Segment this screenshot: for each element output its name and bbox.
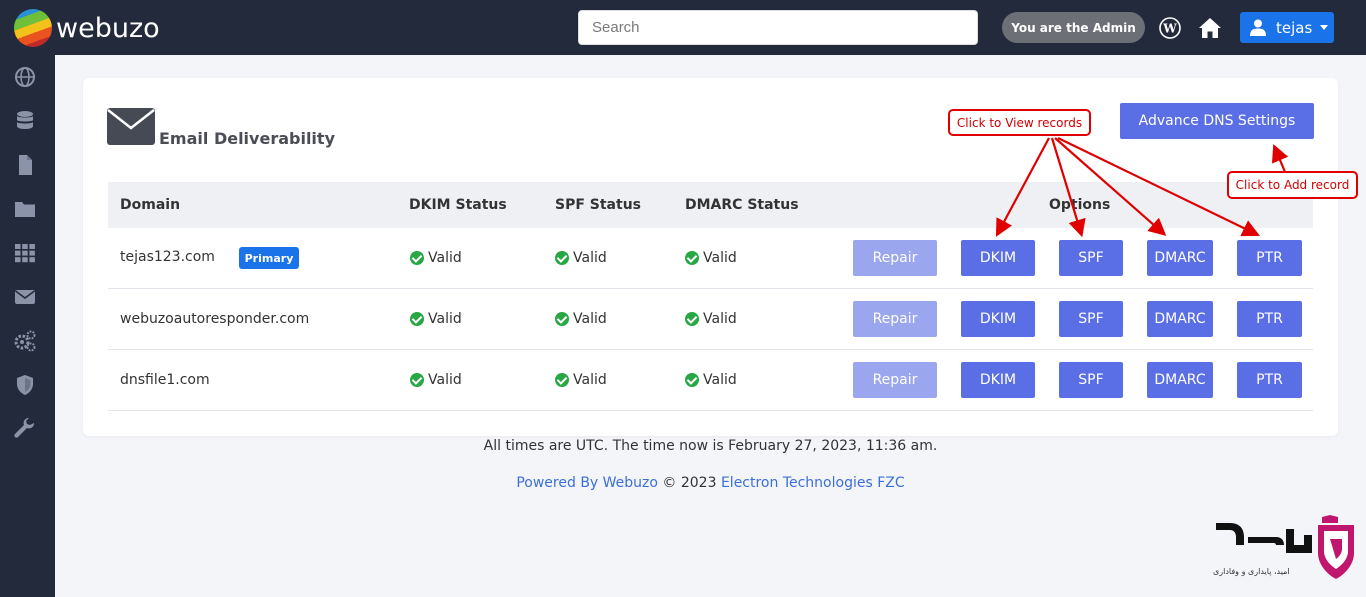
status-text: Valid: [428, 311, 462, 327]
dmarc-button[interactable]: DMARC: [1147, 240, 1213, 276]
status-text: Valid: [428, 372, 462, 388]
column-header-options: Options: [1049, 197, 1111, 213]
status-text: Valid: [428, 250, 462, 266]
database-icon[interactable]: [14, 110, 36, 132]
check-circle-icon: [555, 312, 569, 326]
dmarc-status: Valid: [685, 311, 737, 327]
column-header-dmarc-status: DMARC Status: [685, 197, 799, 213]
dmarc-button[interactable]: DMARC: [1147, 301, 1213, 337]
dmarc-status: Valid: [685, 250, 737, 266]
status-text: Valid: [703, 250, 737, 266]
webuzo-logo[interactable]: webuzo: [14, 9, 160, 47]
sidebar: [0, 55, 55, 597]
domain-name: dnsfile1.com: [120, 372, 210, 388]
apps-grid-icon[interactable]: [14, 242, 36, 264]
spf-status: Valid: [555, 372, 607, 388]
admin-badge: You are the Admin: [1002, 12, 1145, 43]
svg-text:W: W: [1162, 22, 1177, 36]
watermark-tagline: امید، پایداری و وفاداری: [1213, 567, 1290, 576]
check-circle-icon: [685, 312, 699, 326]
dkim-status: Valid: [410, 372, 462, 388]
repair-button[interactable]: Repair: [853, 362, 937, 398]
spf-button[interactable]: SPF: [1059, 240, 1123, 276]
dkim-status: Valid: [410, 250, 462, 266]
repair-button[interactable]: Repair: [853, 301, 937, 337]
check-circle-icon: [410, 312, 424, 326]
status-text: Valid: [573, 372, 607, 388]
webuzo-logo-icon: [14, 9, 52, 47]
shield-icon[interactable]: [14, 374, 36, 396]
status-text: Valid: [703, 311, 737, 327]
check-circle-icon: [685, 251, 699, 265]
ptr-button[interactable]: PTR: [1237, 362, 1302, 398]
repair-button[interactable]: Repair: [853, 240, 937, 276]
wordpress-icon[interactable]: W: [1159, 17, 1181, 39]
file-icon[interactable]: [14, 154, 36, 176]
check-circle-icon: [410, 251, 424, 265]
copyright-text: © 2023: [657, 475, 721, 491]
check-circle-icon: [555, 251, 569, 265]
page-title: Email Deliverability: [159, 129, 335, 148]
domain-name: tejas123.com: [120, 249, 215, 265]
column-header-domain: Domain: [120, 197, 181, 213]
status-text: Valid: [573, 250, 607, 266]
powered-by-link[interactable]: Powered By Webuzo: [516, 475, 658, 491]
spf-button[interactable]: SPF: [1059, 362, 1123, 398]
wrench-icon[interactable]: [14, 418, 36, 440]
column-header-spf-status: SPF Status: [555, 197, 641, 213]
check-circle-icon: [555, 373, 569, 387]
time-notice: All times are UTC. The time now is Febru…: [483, 438, 938, 454]
status-text: Valid: [573, 311, 607, 327]
dkim-status: Valid: [410, 311, 462, 327]
home-icon[interactable]: [1198, 17, 1222, 39]
row-divider: [108, 288, 1313, 289]
primary-badge: Primary: [239, 247, 299, 269]
chevron-down-icon: [1320, 25, 1329, 30]
logo-text: webuzo: [56, 12, 160, 44]
row-divider: [108, 410, 1313, 411]
ptr-button[interactable]: PTR: [1237, 240, 1302, 276]
dmarc-button[interactable]: DMARC: [1147, 362, 1213, 398]
gears-icon[interactable]: [14, 330, 36, 352]
dmarc-status: Valid: [685, 372, 737, 388]
spf-status: Valid: [555, 250, 607, 266]
check-circle-icon: [685, 373, 699, 387]
user-menu-button[interactable]: tejas: [1240, 12, 1334, 43]
company-link[interactable]: Electron Technologies FZC: [721, 475, 905, 491]
domain-name: webuzoautoresponder.com: [120, 311, 310, 327]
dkim-button[interactable]: DKIM: [961, 240, 1035, 276]
user-name: tejas: [1276, 18, 1313, 37]
spf-status: Valid: [555, 311, 607, 327]
mail-icon[interactable]: [14, 286, 36, 308]
column-header-dkim-status: DKIM Status: [409, 197, 507, 213]
ptr-button[interactable]: PTR: [1237, 301, 1302, 337]
view-records-callout: Click to View records: [948, 109, 1091, 136]
advance-dns-settings-button[interactable]: Advance DNS Settings: [1120, 103, 1314, 139]
user-icon: [1250, 19, 1266, 36]
dkim-button[interactable]: DKIM: [961, 362, 1035, 398]
add-record-callout: Click to Add record: [1227, 171, 1358, 199]
footer-credits: Powered By Webuzo © 2023 Electron Techno…: [0, 475, 1366, 491]
row-divider: [108, 349, 1313, 350]
spf-button[interactable]: SPF: [1059, 301, 1123, 337]
folder-icon[interactable]: [14, 198, 36, 220]
search-input[interactable]: [578, 10, 978, 45]
status-text: Valid: [703, 372, 737, 388]
check-circle-icon: [410, 373, 424, 387]
globe-icon[interactable]: [14, 66, 36, 88]
envelope-icon: [107, 108, 155, 145]
dkim-button[interactable]: DKIM: [961, 301, 1035, 337]
